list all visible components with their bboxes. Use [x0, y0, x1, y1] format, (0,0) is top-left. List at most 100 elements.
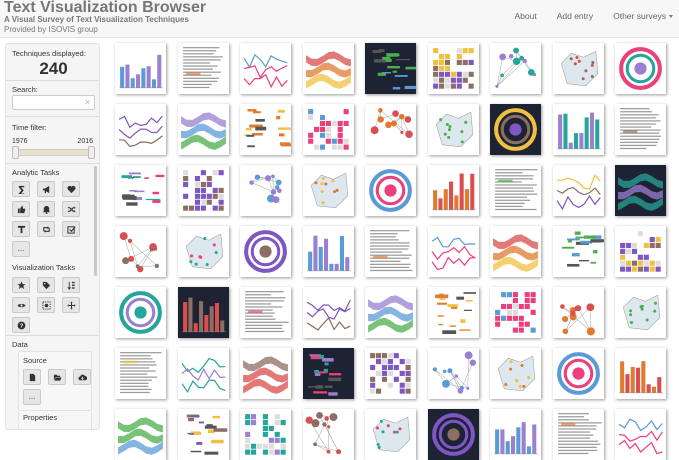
technique-thumbnail[interactable] — [365, 43, 416, 94]
technique-thumbnail[interactable] — [553, 165, 604, 216]
technique-thumbnail[interactable] — [553, 104, 604, 155]
thumbnail-image — [553, 104, 604, 155]
technique-thumbnail[interactable] — [115, 43, 166, 94]
technique-thumbnail[interactable] — [553, 287, 604, 338]
technique-thumbnail[interactable] — [615, 226, 666, 277]
technique-thumbnail[interactable] — [615, 409, 666, 460]
technique-thumbnail[interactable] — [303, 165, 354, 216]
technique-thumbnail[interactable] — [115, 104, 166, 155]
technique-thumbnail[interactable] — [428, 165, 479, 216]
technique-thumbnail[interactable] — [428, 287, 479, 338]
technique-thumbnail[interactable] — [178, 104, 229, 155]
screenshot-filter-button[interactable] — [37, 297, 55, 313]
technique-thumbnail[interactable] — [365, 409, 416, 460]
technique-thumbnail[interactable] — [303, 104, 354, 155]
technique-thumbnail[interactable] — [428, 226, 479, 277]
file-filter-button[interactable] — [23, 369, 41, 385]
sort-filter-button[interactable] — [62, 277, 80, 293]
technique-thumbnail[interactable] — [553, 43, 604, 94]
technique-thumbnail[interactable] — [178, 43, 229, 94]
heart-icon — [67, 185, 76, 194]
move-filter-button[interactable] — [62, 297, 80, 313]
nav-add-entry[interactable]: Add entry — [557, 11, 593, 21]
technique-thumbnail[interactable] — [615, 165, 666, 216]
technique-thumbnail[interactable] — [615, 43, 666, 94]
search-input[interactable]: ✕ — [12, 95, 95, 110]
technique-thumbnail[interactable] — [178, 165, 229, 216]
technique-thumbnail[interactable] — [365, 287, 416, 338]
slider-handle-end[interactable] — [88, 146, 95, 159]
technique-thumbnail[interactable] — [115, 287, 166, 338]
technique-thumbnail[interactable] — [115, 409, 166, 460]
more-filter-button[interactable]: ... — [23, 389, 41, 405]
technique-thumbnail[interactable] — [490, 287, 541, 338]
shuffle-filter-button[interactable] — [62, 201, 80, 217]
technique-thumbnail[interactable] — [240, 165, 291, 216]
technique-thumbnail[interactable] — [490, 409, 541, 460]
technique-thumbnail[interactable] — [428, 409, 479, 460]
more-filter-button[interactable]: ... — [12, 241, 30, 257]
technique-thumbnail[interactable] — [615, 287, 666, 338]
bell-filter-button[interactable] — [37, 201, 55, 217]
technique-thumbnail[interactable] — [428, 104, 479, 155]
eye-filter-button[interactable] — [12, 297, 30, 313]
technique-thumbnail[interactable] — [115, 165, 166, 216]
technique-thumbnail[interactable] — [490, 226, 541, 277]
technique-thumbnail[interactable] — [553, 226, 604, 277]
technique-thumbnail[interactable] — [178, 409, 229, 460]
sidebar-scrollbar[interactable] — [94, 166, 97, 276]
clear-search-icon[interactable]: ✕ — [84, 98, 91, 107]
technique-thumbnail[interactable] — [240, 409, 291, 460]
technique-thumbnail[interactable] — [115, 348, 166, 399]
heart-filter-button[interactable] — [62, 181, 80, 197]
technique-thumbnail[interactable] — [178, 287, 229, 338]
technique-thumbnail[interactable] — [303, 287, 354, 338]
technique-thumbnail[interactable] — [303, 409, 354, 460]
nav-other-surveys[interactable]: Other surveys — [613, 11, 673, 21]
technique-thumbnail[interactable] — [365, 348, 416, 399]
technique-thumbnail[interactable] — [240, 43, 291, 94]
thumbs-up-filter-button[interactable] — [12, 201, 30, 217]
technique-thumbnail[interactable] — [553, 409, 604, 460]
technique-thumbnail[interactable] — [615, 104, 666, 155]
thumbnail-image — [615, 43, 666, 94]
technique-thumbnail[interactable] — [365, 104, 416, 155]
technique-thumbnail[interactable] — [553, 348, 604, 399]
technique-thumbnail[interactable] — [240, 348, 291, 399]
star-filter-button[interactable] — [12, 277, 30, 293]
folder-open-filter-button[interactable] — [48, 369, 66, 385]
technique-thumbnail[interactable] — [303, 226, 354, 277]
check-square-filter-button[interactable] — [62, 221, 80, 237]
technique-thumbnail[interactable] — [490, 43, 541, 94]
cloud-filter-button[interactable] — [73, 369, 91, 385]
tags-filter-button[interactable] — [37, 277, 55, 293]
star-icon — [17, 281, 26, 290]
technique-thumbnail[interactable] — [240, 287, 291, 338]
technique-thumbnail[interactable] — [178, 226, 229, 277]
technique-thumbnail[interactable] — [240, 104, 291, 155]
technique-thumbnail[interactable] — [178, 348, 229, 399]
technique-thumbnail[interactable] — [490, 165, 541, 216]
technique-thumbnail[interactable] — [365, 165, 416, 216]
thumbs-up-icon — [17, 205, 26, 214]
technique-thumbnail[interactable] — [428, 348, 479, 399]
text-filter-button[interactable] — [12, 221, 30, 237]
technique-thumbnail[interactable] — [115, 226, 166, 277]
source-label: Source — [23, 356, 47, 365]
technique-thumbnail[interactable] — [490, 104, 541, 155]
technique-thumbnail[interactable] — [615, 348, 666, 399]
bullhorn-filter-button[interactable] — [37, 181, 55, 197]
slider-handle-start[interactable] — [12, 146, 19, 159]
technique-thumbnail[interactable] — [303, 43, 354, 94]
technique-thumbnail[interactable] — [240, 226, 291, 277]
text-icon — [17, 225, 26, 234]
technique-thumbnail[interactable] — [303, 348, 354, 399]
technique-thumbnail[interactable] — [490, 348, 541, 399]
retweet-filter-button[interactable] — [37, 221, 55, 237]
question-filter-button[interactable]: ? — [12, 317, 30, 333]
time-range-slider[interactable] — [12, 149, 95, 156]
technique-thumbnail[interactable] — [365, 226, 416, 277]
nav-about[interactable]: About — [514, 11, 536, 21]
technique-thumbnail[interactable] — [428, 43, 479, 94]
summarize-filter-button[interactable] — [12, 181, 30, 197]
